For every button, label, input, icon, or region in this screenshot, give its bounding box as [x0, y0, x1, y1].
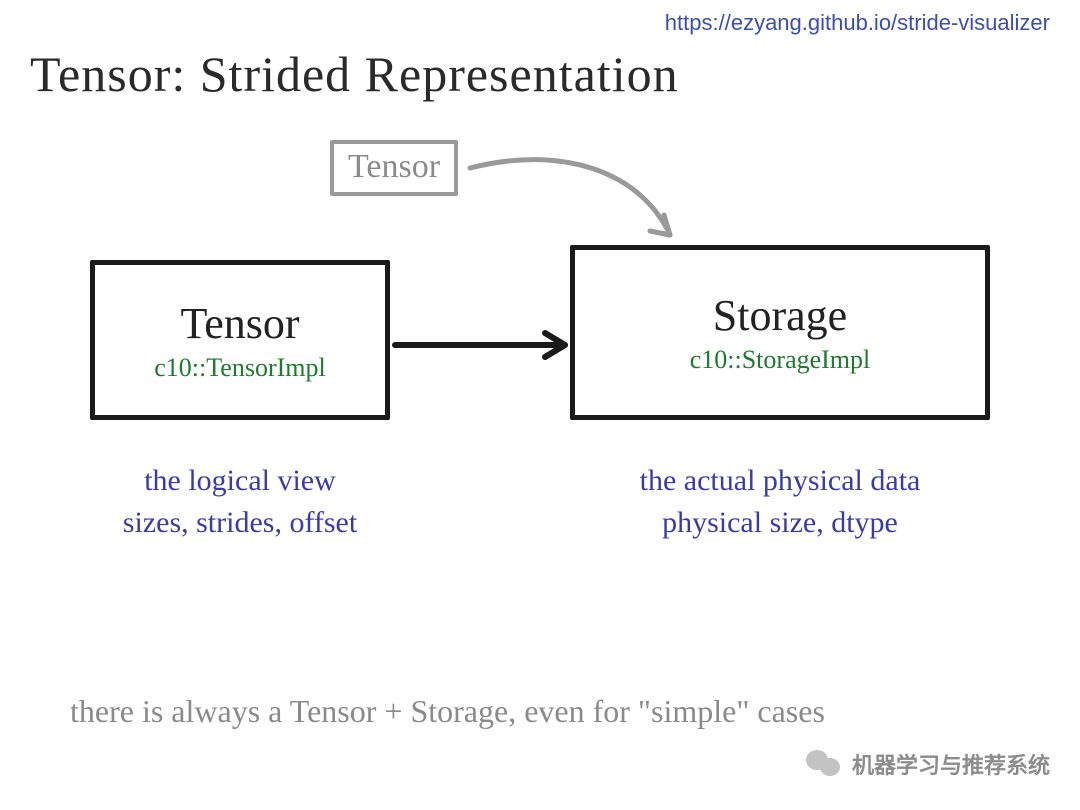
tensor-box: Tensor c10::TensorImpl	[90, 260, 390, 420]
main-arrow-head	[545, 333, 565, 357]
storage-box: Storage c10::StorageImpl	[570, 245, 990, 420]
tensor-description: the logical view sizes, strides, offset	[60, 460, 420, 544]
curved-arrow	[470, 160, 670, 235]
storage-box-label: Storage	[713, 290, 847, 341]
watermark-text: 机器学习与推荐系统	[852, 748, 1050, 780]
tensor-alias-box: Tensor	[330, 140, 458, 196]
diagram-title: Tensor: Strided Representation	[30, 45, 679, 103]
source-url[interactable]: https://ezyang.github.io/stride-visualiz…	[665, 10, 1050, 36]
storage-desc-line2: physical size, dtype	[560, 502, 1000, 544]
wechat-icon	[806, 748, 844, 780]
storage-description: the actual physical data physical size, …	[560, 460, 1000, 544]
tensor-desc-line1: the logical view	[60, 460, 420, 502]
curved-arrow-head	[650, 215, 670, 235]
footnote-text: there is always a Tensor + Storage, even…	[70, 693, 825, 730]
storage-desc-line1: the actual physical data	[560, 460, 1000, 502]
tensor-alias-label: Tensor	[348, 148, 440, 185]
tensor-box-label: Tensor	[180, 298, 299, 349]
watermark: 机器学习与推荐系统	[806, 748, 1050, 780]
tensor-impl-label: c10::TensorImpl	[154, 353, 325, 383]
tensor-desc-line2: sizes, strides, offset	[60, 502, 420, 544]
storage-impl-label: c10::StorageImpl	[690, 345, 871, 375]
